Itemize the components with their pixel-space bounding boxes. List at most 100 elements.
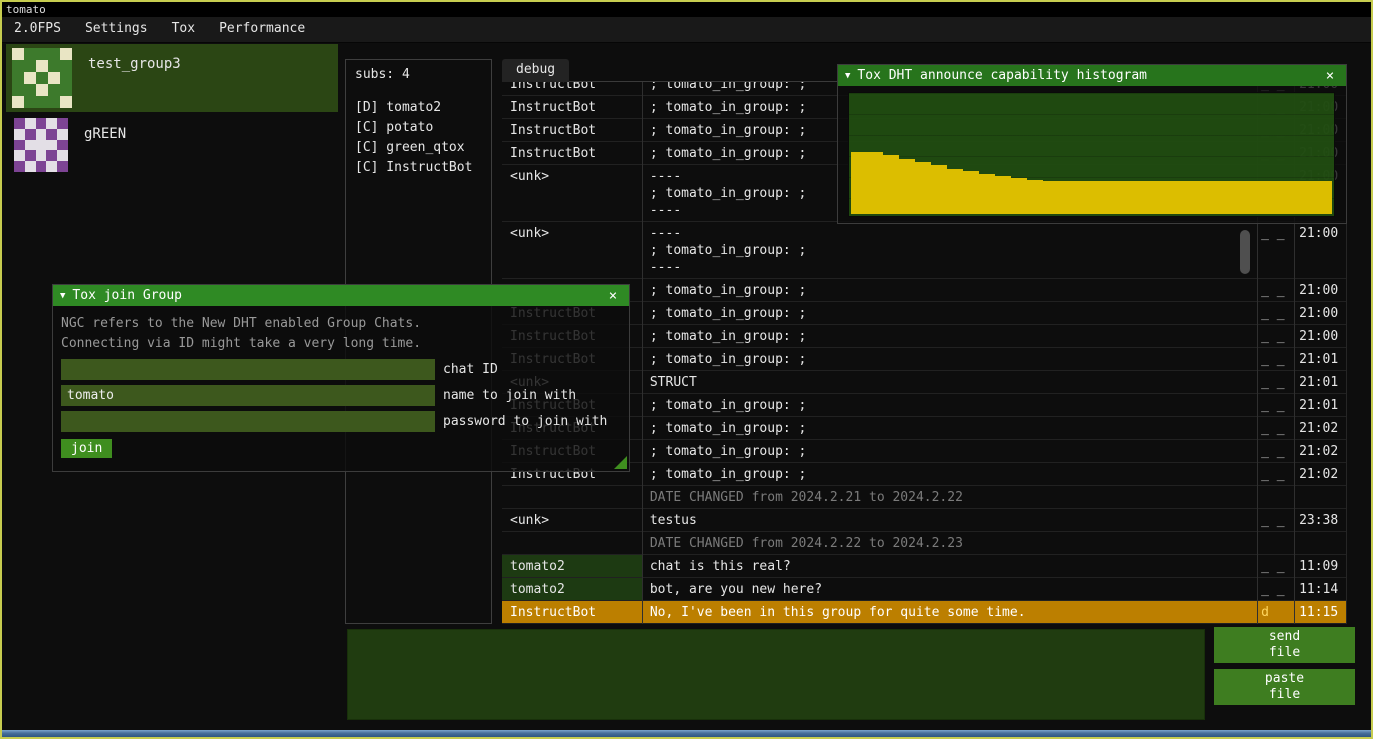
message-timestamp: 21:00	[1293, 325, 1346, 347]
avatar-pixel	[36, 161, 47, 172]
subs-list-item[interactable]: [C] green_qtox	[355, 138, 482, 158]
avatar-pixel	[25, 118, 36, 129]
collapse-icon[interactable]: ▼	[60, 291, 65, 301]
message-author[interactable]: tomato2	[502, 578, 642, 600]
paste-file-button[interactable]: paste file	[1214, 669, 1355, 705]
avatar-pixel	[25, 140, 36, 151]
menu-item-2-0fps[interactable]: 2.0FPS	[2, 17, 73, 42]
avatar-pixel	[12, 72, 24, 84]
message-timestamp: 21:01	[1293, 348, 1346, 370]
avatar-pixel	[25, 161, 36, 172]
avatar-pixel	[24, 60, 36, 72]
group-item-green[interactable]: gREEN	[6, 112, 338, 176]
join-button[interactable]: join	[61, 439, 112, 458]
delivery-status: _ _	[1256, 371, 1293, 393]
message-text: testus	[642, 509, 1256, 531]
close-icon[interactable]: ×	[1321, 68, 1339, 84]
subs-list: [D] tomato2[C] potato[C] green_qtox[C] I…	[355, 98, 482, 178]
subs-list-item[interactable]: [C] potato	[355, 118, 482, 138]
chat-scrollbar-thumb[interactable]	[1240, 230, 1250, 274]
delivery-status: d	[1256, 601, 1293, 623]
message-text: bot, are you new here?	[642, 578, 1256, 600]
delivery-status: _ _	[1256, 509, 1293, 531]
histogram-bar	[1091, 181, 1107, 214]
histogram-bar	[1140, 181, 1156, 214]
histogram-bar	[1236, 181, 1252, 214]
avatar-pixel	[25, 129, 36, 140]
avatar-pixel	[60, 72, 72, 84]
delivery-status: _ _	[1256, 394, 1293, 416]
send-file-button[interactable]: send file	[1214, 627, 1355, 663]
menu-item-tox[interactable]: Tox	[160, 17, 207, 42]
group-name: gREEN	[84, 118, 126, 142]
message-author[interactable]: <unk>	[502, 222, 642, 244]
histogram-bar	[883, 155, 899, 215]
avatar-pixel	[36, 60, 48, 72]
message-author[interactable]: <unk>	[502, 509, 642, 531]
message-author[interactable]: InstructBot	[502, 96, 642, 118]
histogram-bar	[915, 162, 931, 214]
avatar-pixel	[24, 96, 36, 108]
histogram-window-titlebar[interactable]: ▼ Tox DHT announce capability histogram …	[838, 65, 1346, 86]
avatar-pixel	[24, 84, 36, 96]
ngc-info-line: NGC refers to the New DHT enabled Group …	[61, 314, 621, 334]
message-author[interactable]: <unk>	[502, 165, 642, 187]
histogram-bar	[931, 165, 947, 214]
group-sidebar: test_group3 gREEN	[6, 44, 338, 176]
avatar-pixel	[36, 96, 48, 108]
close-icon[interactable]: ×	[604, 288, 622, 304]
join-window-title: Tox join Group	[72, 288, 182, 303]
collapse-icon[interactable]: ▼	[845, 71, 850, 81]
message-text: chat is this real?	[642, 555, 1256, 577]
delivery-status	[1256, 486, 1293, 491]
message-author[interactable]: InstructBot	[502, 82, 642, 95]
join-password-input[interactable]	[61, 411, 435, 432]
avatar-pixel	[36, 150, 47, 161]
join-group-window: ▼ Tox join Group × NGC refers to the New…	[52, 284, 630, 472]
histogram-bar	[1172, 181, 1188, 214]
join-name-input[interactable]	[61, 385, 435, 406]
window-title: tomato	[6, 3, 46, 16]
avatar-pixel	[46, 161, 57, 172]
group-avatar	[12, 48, 72, 108]
date-changed-text: DATE CHANGED from 2024.2.21 to 2024.2.22	[642, 486, 1256, 508]
field-row: name to join with	[61, 385, 621, 406]
menu-item-performance[interactable]: Performance	[207, 17, 317, 42]
message-row: tomato2bot, are you new here?_ _11:14	[502, 578, 1346, 601]
subs-list-item[interactable]: [C] InstructBot	[355, 158, 482, 178]
avatar-pixel	[48, 48, 60, 60]
avatar-pixel	[46, 150, 57, 161]
message-author[interactable]: InstructBot	[502, 601, 642, 623]
menu-item-settings[interactable]: Settings	[73, 17, 160, 42]
histogram-bar	[1252, 181, 1268, 214]
message-text: ; tomato_in_group: ;	[642, 417, 1256, 439]
message-author[interactable]: InstructBot	[502, 142, 642, 164]
avatar-pixel	[36, 72, 48, 84]
message-text: ; tomato_in_group: ;	[642, 279, 1256, 301]
message-author[interactable]: tomato2	[502, 555, 642, 577]
delivery-status: _ _	[1256, 222, 1293, 244]
group-item-test-group3[interactable]: test_group3	[6, 44, 338, 112]
date-divider-row: DATE CHANGED from 2024.2.22 to 2024.2.23	[502, 532, 1346, 555]
message-text: ; tomato_in_group: ;	[642, 440, 1256, 462]
avatar-pixel	[60, 96, 72, 108]
message-author[interactable]: InstructBot	[502, 119, 642, 141]
histogram-bar	[851, 152, 867, 214]
delivery-status: _ _	[1256, 440, 1293, 462]
resize-grip[interactable]	[614, 456, 627, 469]
avatar-pixel	[14, 129, 25, 140]
message-input[interactable]	[347, 629, 1205, 720]
join-window-titlebar[interactable]: ▼ Tox join Group ×	[53, 285, 629, 306]
message-timestamp: 21:01	[1293, 394, 1346, 416]
delivery-status: _ _	[1256, 348, 1293, 370]
message-timestamp	[1293, 486, 1346, 491]
chat-id-input[interactable]	[61, 359, 435, 380]
ngc-info-line: Connecting via ID might take a very long…	[61, 334, 621, 354]
avatar-pixel	[48, 60, 60, 72]
histogram-bar	[1268, 181, 1284, 214]
message-text: ; tomato_in_group: ;	[642, 302, 1256, 324]
window-titlebar[interactable]: tomato	[2, 2, 1371, 17]
subs-list-item[interactable]: [D] tomato2	[355, 98, 482, 118]
tab-debug[interactable]: debug	[502, 59, 569, 82]
histogram-window-body	[838, 86, 1346, 223]
